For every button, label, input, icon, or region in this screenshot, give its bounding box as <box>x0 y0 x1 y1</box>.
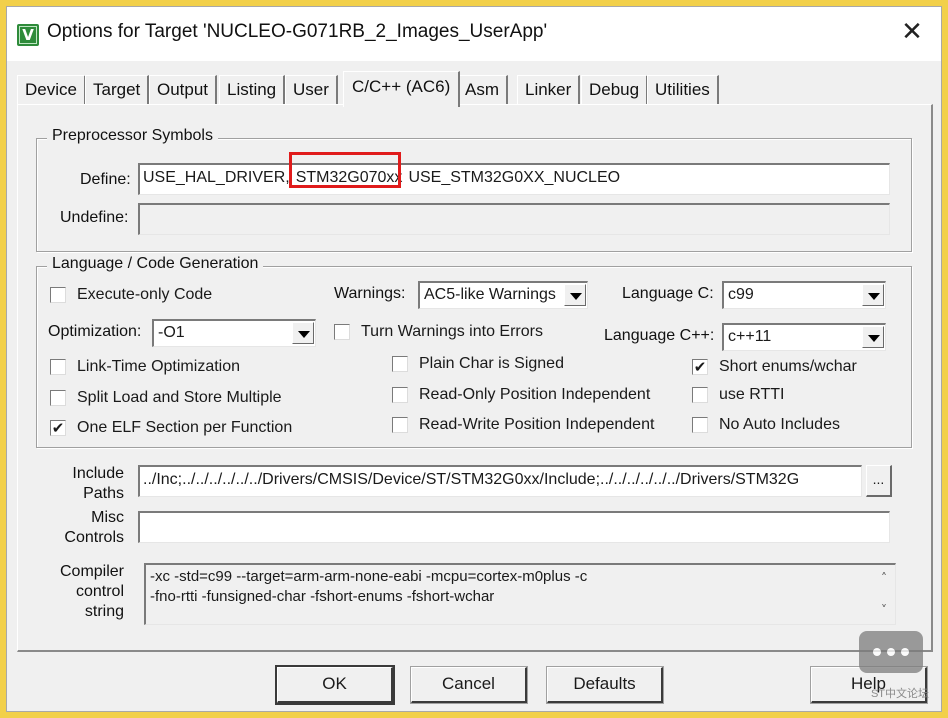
language-cpp-value: c++11 <box>728 328 772 345</box>
chevron-down-icon <box>862 284 884 306</box>
include-label-line2: Paths <box>83 485 124 502</box>
tab-debug[interactable]: Debug <box>581 75 649 105</box>
compiler-string-line2: -fno-rtti -funsigned-char -fshort-enums … <box>150 588 495 605</box>
tab-user[interactable]: User <box>285 75 338 105</box>
compiler-string-line1: -xc -std=c99 --target=arm-arm-none-eabi … <box>150 568 588 585</box>
preprocessor-legend: Preprocessor Symbols <box>47 127 218 145</box>
language-c-label: Language C: <box>622 285 714 302</box>
chevron-down-icon <box>564 284 586 306</box>
rw-pi-box <box>392 417 408 433</box>
define-value-part-3: USE_STM32G0XX_NUCLEO <box>408 169 621 186</box>
cancel-button[interactable]: Cancel <box>411 667 527 703</box>
include-browse-button[interactable]: ... <box>866 465 892 497</box>
misc-controls-input[interactable] <box>138 511 890 543</box>
optimization-value: -O1 <box>158 324 185 341</box>
no-auto-includes-box <box>692 417 708 433</box>
keil-uvision-icon: V <box>17 24 39 46</box>
compiler-label-line1: Compiler <box>59 563 124 580</box>
split-load-box <box>50 390 66 406</box>
define-label: Define: <box>80 171 131 188</box>
plain-char-box <box>392 356 408 372</box>
include-paths-input[interactable]: ../Inc;../../../../../../Drivers/CMSIS/D… <box>138 465 862 497</box>
turn-warnings-label: Turn Warnings into Errors <box>361 323 543 340</box>
misc-label-line2: Controls <box>64 529 124 546</box>
tab-linker[interactable]: Linker <box>517 75 581 105</box>
define-input[interactable]: USE_HAL_DRIVER, STM32G070xx USE_STM32G0XX_… <box>138 163 890 195</box>
watermark-text: ST中文论坛 <box>870 688 929 700</box>
tab-asm[interactable]: Asm <box>457 75 508 105</box>
execute-only-box <box>50 287 66 303</box>
scroll-up-icon[interactable]: ˄ <box>877 571 891 585</box>
options-dialog: V Options for Target 'NUCLEO-G071RB_2_Im… <box>6 6 942 712</box>
rw-pi-label: Read-Write Position Independent <box>419 416 655 433</box>
plain-char-label: Plain Char is Signed <box>419 355 564 372</box>
scroll-down-icon[interactable]: ˅ <box>877 603 891 617</box>
ro-pi-box <box>392 387 408 403</box>
split-load-label: Split Load and Store Multiple <box>77 389 282 406</box>
lto-box <box>50 359 66 375</box>
undefine-label: Undefine: <box>60 209 129 226</box>
tab-target[interactable]: Target <box>85 75 150 105</box>
tab-strip: Device Target Output Listing User C/C++ … <box>17 71 937 107</box>
tab-device[interactable]: Device <box>17 75 86 105</box>
language-c-select[interactable]: c99 <box>722 281 886 309</box>
language-legend: Language / Code Generation <box>47 255 264 273</box>
execute-only-label: Execute-only Code <box>77 286 213 303</box>
forum-watermark: ST中文论坛 <box>859 629 933 703</box>
define-value-part-2: STM32G070xx <box>295 169 403 186</box>
include-label-line1: Include <box>72 465 124 482</box>
warnings-label: Warnings: <box>334 285 406 302</box>
language-cpp-label: Language C++: <box>604 327 715 344</box>
close-button[interactable]: ✕ <box>897 17 927 47</box>
use-rtti-box <box>692 387 708 403</box>
title-bar: V Options for Target 'NUCLEO-G071RB_2_Im… <box>7 7 941 61</box>
chevron-down-icon <box>862 326 884 348</box>
short-enums-label: Short enums/wchar <box>719 358 857 375</box>
defaults-button[interactable]: Defaults <box>547 667 663 703</box>
compiler-label-line2: control <box>75 583 124 600</box>
tab-c-cpp-ac6[interactable]: C/C++ (AC6) <box>343 71 461 107</box>
ok-button[interactable]: OK <box>277 667 393 703</box>
one-elf-box: ✔ <box>50 419 66 437</box>
undefine-input[interactable] <box>138 203 890 235</box>
compiler-control-string[interactable]: -xc -std=c99 --target=arm-arm-none-eabi … <box>144 563 896 625</box>
turn-warnings-box <box>334 324 350 340</box>
misc-label-line1: Misc <box>91 509 124 526</box>
one-elf-label: One ELF Section per Function <box>77 419 293 436</box>
define-value-part-1: USE_HAL_DRIVER, <box>143 169 290 186</box>
language-cpp-select[interactable]: c++11 <box>722 323 886 351</box>
warnings-select[interactable]: AC5-like Warnings <box>418 281 588 309</box>
compiler-label-line3: string <box>84 603 124 620</box>
optimization-select[interactable]: -O1 <box>152 319 316 347</box>
no-auto-includes-label: No Auto Includes <box>719 416 840 433</box>
tab-utilities[interactable]: Utilities <box>647 75 719 105</box>
ro-pi-label: Read-Only Position Independent <box>419 386 651 403</box>
window-title: Options for Target 'NUCLEO-G071RB_2_Imag… <box>47 21 548 42</box>
warnings-value: AC5-like Warnings <box>424 286 556 303</box>
chat-bubble-icon <box>859 631 923 673</box>
chevron-down-icon <box>292 322 314 344</box>
short-enums-box: ✔ <box>692 358 708 376</box>
optimization-label: Optimization: <box>48 323 142 340</box>
tab-output[interactable]: Output <box>149 75 218 105</box>
tab-listing[interactable]: Listing <box>219 75 286 105</box>
use-rtti-label: use RTTI <box>719 386 785 403</box>
lto-label: Link-Time Optimization <box>77 358 241 375</box>
tab-panel-c-cpp: Preprocessor Symbols Define: USE_HAL_DRI… <box>17 104 933 652</box>
language-c-value: c99 <box>728 286 754 303</box>
